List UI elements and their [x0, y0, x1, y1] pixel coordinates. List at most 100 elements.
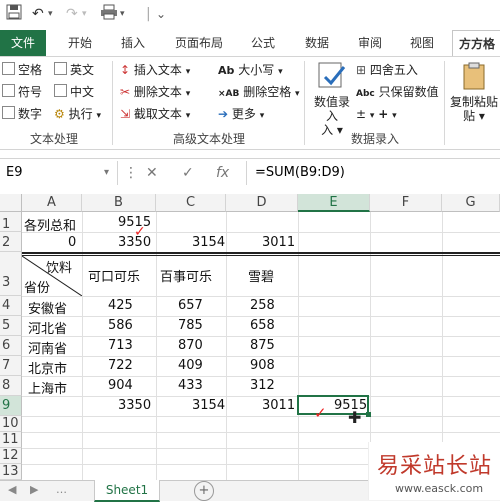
column-header-f[interactable]: F — [370, 194, 442, 212]
row-header-11[interactable]: 11 — [0, 432, 22, 448]
print-dropdown-icon[interactable]: ▾ — [120, 4, 125, 24]
checkbox-number[interactable]: 数字 — [2, 106, 42, 122]
cell-a7[interactable]: 北京市 — [28, 358, 67, 377]
column-header-e[interactable]: E — [298, 194, 370, 212]
column-header-c[interactable]: C — [156, 194, 226, 212]
cell-a1[interactable]: 各列总和 — [24, 215, 76, 234]
copy-paste-button[interactable]: 复制粘贴贴 ▾ — [450, 61, 498, 123]
select-all-corner[interactable] — [0, 194, 22, 212]
cell-b4[interactable]: 425 — [108, 298, 133, 313]
cell-d6[interactable]: 875 — [250, 338, 275, 353]
row-header-3[interactable]: 3 — [0, 252, 22, 296]
more-button[interactable]: ➔ 更多 ▾ — [218, 106, 264, 124]
tab-insert[interactable]: 插入 — [112, 30, 154, 56]
cell-c6[interactable]: 870 — [178, 338, 203, 353]
cell-d4[interactable]: 258 — [250, 298, 275, 313]
quick-access-toolbar: ↶ ▾ ↷ ▾ ▾ | ⌄ — [0, 0, 500, 31]
data-entry-button[interactable]: 数值录入入 ▾ — [312, 61, 352, 137]
tab-view[interactable]: 视图 — [402, 30, 442, 56]
keep-value-button[interactable]: Abc 只保留数值 — [356, 84, 439, 102]
cut-text-button[interactable]: ⇲ 截取文本 ▾ — [120, 106, 190, 124]
tab-review[interactable]: 审阅 — [350, 30, 390, 56]
round-button[interactable]: ⊞ 四舍五入 — [356, 62, 418, 78]
cell-c8[interactable]: 433 — [178, 378, 203, 393]
row-header-10[interactable]: 10 — [0, 416, 22, 432]
insert-function-icon[interactable]: fx — [216, 161, 229, 185]
cell-d7[interactable]: 908 — [250, 358, 275, 373]
formula-input[interactable]: =SUM(B9:D9) — [246, 161, 500, 185]
cell-a6[interactable]: 河南省 — [28, 338, 67, 357]
cell-a8[interactable]: 上海市 — [28, 378, 67, 397]
cell-b2[interactable]: 3350 — [118, 235, 151, 250]
cell-d5[interactable]: 658 — [250, 318, 275, 333]
cell-c2[interactable]: 3154 — [192, 235, 225, 250]
insert-text-button[interactable]: ↕ 插入文本 ▾ — [120, 62, 190, 80]
confirm-icon[interactable]: ✓ — [182, 161, 194, 185]
cell-a2[interactable]: 0 — [68, 235, 76, 250]
tab-home[interactable]: 开始 — [58, 30, 102, 56]
redo-icon[interactable]: ↷ — [66, 4, 78, 24]
cell-c7[interactable]: 409 — [178, 358, 203, 373]
delete-text-button[interactable]: ✂ 删除文本 ▾ — [120, 84, 190, 102]
cell-b9[interactable]: 3350 — [118, 398, 151, 413]
row-header-9[interactable]: 9 — [0, 396, 22, 416]
name-box-dropdown-icon[interactable]: ▾ — [104, 161, 109, 185]
checkbox-chinese[interactable]: 中文 — [54, 84, 94, 100]
tab-ffcell[interactable]: 方方格 — [452, 30, 500, 57]
row-header-6[interactable]: 6 — [0, 336, 22, 356]
row-header-12[interactable]: 12 — [0, 448, 22, 464]
cell-d2[interactable]: 3011 — [262, 235, 295, 250]
cell-a5[interactable]: 河北省 — [28, 318, 67, 337]
row-header-4[interactable]: 4 — [0, 296, 22, 316]
cell-b6[interactable]: 713 — [108, 338, 133, 353]
delete-space-button[interactable]: ×AB 删除空格 ▾ — [218, 84, 300, 102]
case-button[interactable]: Ab 大小写 ▾ — [218, 62, 283, 80]
print-icon[interactable] — [100, 4, 118, 24]
cell-c4[interactable]: 657 — [178, 298, 203, 313]
cell-b5[interactable]: 586 — [108, 318, 133, 333]
row-header-1[interactable]: 1 — [0, 212, 22, 232]
cell-a4[interactable]: 安徽省 — [28, 298, 67, 317]
column-header-d[interactable]: D — [226, 194, 298, 212]
sheet-tab-sheet1[interactable]: Sheet1 — [94, 480, 160, 502]
redo-dropdown-icon[interactable]: ▾ — [82, 4, 87, 24]
save-icon[interactable] — [6, 4, 22, 24]
tab-file[interactable]: 文件 — [0, 30, 46, 56]
column-header-b[interactable]: B — [82, 194, 156, 212]
scroll-right-icon[interactable]: ▶ — [30, 483, 38, 496]
cancel-icon[interactable]: ✕ — [146, 161, 158, 185]
spreadsheet-grid[interactable]: A B C D E F G 1 2 3 4 5 6 7 8 9 10 11 12… — [0, 186, 500, 480]
cell-b8[interactable]: 904 — [108, 378, 133, 393]
row-header-5[interactable]: 5 — [0, 316, 22, 336]
tab-data[interactable]: 数据 — [296, 30, 338, 56]
tab-formulas[interactable]: 公式 — [242, 30, 284, 56]
customize-qat-icon[interactable]: ⌄ — [156, 4, 166, 24]
undo-dropdown-icon[interactable]: ▾ — [48, 4, 53, 24]
scroll-left-icon[interactable]: ◀ — [8, 483, 16, 496]
add-sheet-icon[interactable]: + — [194, 481, 214, 501]
tab-page-layout[interactable]: 页面布局 — [166, 30, 232, 56]
cell-d3[interactable]: 雪碧 — [248, 266, 274, 285]
checkbox-space[interactable]: 空格 — [2, 62, 42, 78]
more-sheets-icon[interactable]: … — [56, 483, 67, 496]
cell-d8[interactable]: 312 — [250, 378, 275, 393]
cell-d9[interactable]: 3011 — [262, 398, 295, 413]
row-header-7[interactable]: 7 — [0, 356, 22, 376]
name-box[interactable]: E9 — [0, 161, 118, 185]
cell-c3[interactable]: 百事可乐 — [160, 266, 212, 285]
math-ops-button[interactable]: ± ▾ + ▾ — [356, 106, 397, 124]
column-header-a[interactable]: A — [22, 194, 82, 212]
cell-c5[interactable]: 785 — [178, 318, 203, 333]
column-header-g[interactable]: G — [442, 194, 500, 212]
cell-b7[interactable]: 722 — [108, 358, 133, 373]
execute-button[interactable]: ⚙ 执行 ▾ — [54, 106, 101, 124]
row-header-13[interactable]: 13 — [0, 464, 22, 480]
ribbon: 空格 符号 数字 英文 中文 ⚙ 执行 ▾ 文本处理 ↕ 插入文本 ▾ ✂ 删除… — [0, 56, 500, 150]
row-header-8[interactable]: 8 — [0, 376, 22, 396]
cell-c9[interactable]: 3154 — [192, 398, 225, 413]
checkbox-english[interactable]: 英文 — [54, 62, 94, 78]
cell-b3[interactable]: 可口可乐 — [88, 266, 140, 285]
checkbox-symbol[interactable]: 符号 — [2, 84, 42, 100]
row-header-2[interactable]: 2 — [0, 232, 22, 252]
undo-icon[interactable]: ↶ — [32, 4, 44, 24]
